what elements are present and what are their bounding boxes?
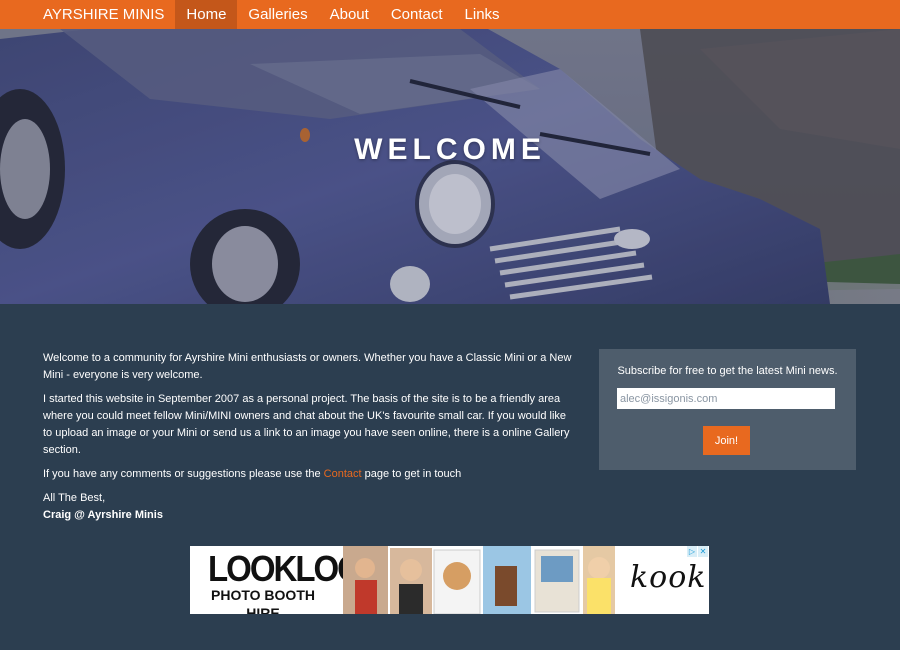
ad-logo-title: LOOKLOOK: [208, 548, 385, 589]
hero-title: WELCOME: [354, 133, 546, 166]
ad-brand-logo: kook: [630, 560, 707, 595]
subscribe-text: Subscribe for free to get the latest Min…: [617, 365, 838, 377]
ad-photos-image: [343, 546, 615, 614]
ad-choices[interactable]: ▷ ✕: [687, 546, 709, 558]
contact-paragraph: If you have any comments or suggestions …: [43, 466, 573, 483]
nav-item-links[interactable]: Links: [454, 0, 511, 29]
signoff: All The Best, Craig @ Ayrshire Minis: [43, 490, 573, 524]
nav-item-galleries[interactable]: Galleries: [237, 0, 318, 29]
signoff-line: All The Best,: [43, 492, 106, 504]
join-button[interactable]: Join!: [703, 426, 750, 455]
close-icon[interactable]: ✕: [698, 546, 708, 557]
nav-item-home[interactable]: Home: [175, 0, 238, 29]
welcome-text: Welcome to a community for Ayrshire Mini…: [43, 350, 573, 531]
subscribe-panel: Subscribe for free to get the latest Min…: [599, 349, 856, 470]
ad-logo-subtitle: PHOTO BOOTH HIRE: [211, 587, 315, 614]
contact-text-before: If you have any comments or suggestions …: [43, 468, 324, 480]
history-paragraph: I started this website in September 2007…: [43, 393, 570, 456]
brand-link[interactable]: AYRSHIRE MINIS: [0, 0, 175, 29]
nav-item-contact[interactable]: Contact: [380, 0, 454, 29]
contact-text-after: page to get in touch: [361, 468, 462, 480]
play-icon[interactable]: ▷: [687, 546, 697, 557]
email-field[interactable]: [617, 388, 835, 409]
contact-link[interactable]: Contact: [324, 468, 362, 480]
navbar: AYRSHIRE MINIS Home Galleries About Cont…: [0, 0, 900, 29]
nav-item-about[interactable]: About: [319, 0, 380, 29]
hero-banner: WELCOME: [0, 29, 900, 304]
advertisement-banner[interactable]: LOOKLOOK PHOTO BOOTH HIRE kook ▷ ✕: [190, 546, 709, 614]
intro-paragraph: Welcome to a community for Ayrshire Mini…: [43, 352, 572, 381]
ad-logo: LOOKLOOK PHOTO BOOTH HIRE: [208, 548, 385, 614]
signoff-name: Craig @ Ayrshire Minis: [43, 509, 163, 521]
